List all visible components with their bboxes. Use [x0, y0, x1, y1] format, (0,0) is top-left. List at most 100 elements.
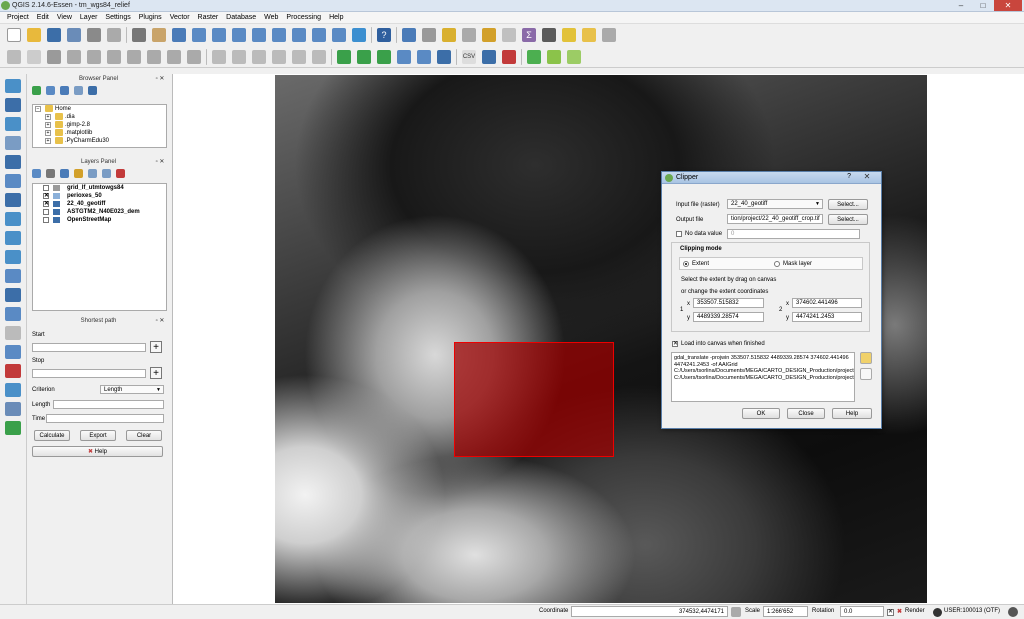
- dialog-help-icon[interactable]: ?: [847, 173, 851, 180]
- collapse-all-icon[interactable]: [74, 86, 83, 95]
- y2-input[interactable]: 4474241.2453: [792, 312, 862, 322]
- extents-toggle-icon[interactable]: [731, 607, 741, 617]
- map-tips-icon[interactable]: [542, 28, 556, 42]
- expand-toggle-icon[interactable]: +: [45, 122, 51, 128]
- expand-all-icon[interactable]: [88, 169, 97, 178]
- deselect-icon[interactable]: [462, 28, 476, 42]
- annotation-icon[interactable]: [562, 28, 576, 42]
- menu-plugins[interactable]: Plugins: [135, 12, 166, 23]
- layer-visibility-checkbox[interactable]: [43, 217, 49, 223]
- remove-layer-icon[interactable]: [116, 169, 125, 178]
- tree-item[interactable]: + .matplotlib: [33, 129, 166, 137]
- menu-processing[interactable]: Processing: [282, 12, 325, 23]
- add-db2-icon[interactable]: [5, 193, 21, 207]
- add-spatialite-icon[interactable]: [5, 136, 21, 150]
- identify-icon[interactable]: [402, 28, 416, 42]
- add-spatialite-layer-icon[interactable]: [397, 49, 411, 64]
- menu-view[interactable]: View: [53, 12, 76, 23]
- add-postgis-icon[interactable]: [5, 117, 21, 131]
- render-checkbox[interactable]: ✕: [887, 609, 894, 616]
- add-mssql-layer-icon[interactable]: [417, 49, 431, 64]
- panel-close-icon[interactable]: ▫ ✕: [153, 317, 167, 325]
- add-wfs-icon[interactable]: [5, 250, 21, 264]
- highlight-pinned-icon[interactable]: [252, 49, 266, 64]
- menu-layer[interactable]: Layer: [76, 12, 102, 23]
- add-wms-icon[interactable]: [5, 212, 21, 226]
- print-composer-icon[interactable]: [87, 28, 101, 42]
- rotate-label-icon[interactable]: [292, 49, 306, 64]
- measure-icon[interactable]: [422, 28, 436, 42]
- layer-row[interactable]: ✕ 22_40_geotiff: [33, 200, 166, 208]
- close-window-icon[interactable]: ✕: [994, 0, 1022, 11]
- x1-input[interactable]: 353507.515832: [693, 298, 764, 308]
- shortest-path-icon[interactable]: [5, 421, 21, 435]
- dialog-help-button[interactable]: Help: [832, 408, 872, 419]
- rotation-spinbox[interactable]: 0.0: [840, 606, 884, 617]
- nodata-value-spinbox[interactable]: 0: [727, 229, 860, 239]
- x2-input[interactable]: 374602.441496: [792, 298, 862, 308]
- tree-item[interactable]: + .gimp-2.8: [33, 121, 166, 129]
- refresh-icon[interactable]: [46, 86, 55, 95]
- select-input-button[interactable]: Select...: [828, 199, 868, 210]
- crs-label[interactable]: USER:100013 (OTF): [944, 608, 1000, 614]
- move-feature-icon[interactable]: [87, 49, 101, 64]
- reset-command-icon[interactable]: [860, 368, 872, 380]
- map-canvas[interactable]: [172, 74, 1024, 604]
- criterion-select[interactable]: Length ▼: [100, 385, 164, 394]
- scale-select[interactable]: 1:266'652: [763, 606, 808, 617]
- delete-selected-icon[interactable]: [127, 49, 141, 64]
- copy-features-icon[interactable]: [167, 49, 181, 64]
- pick-stop-button[interactable]: +: [150, 367, 162, 379]
- pick-start-button[interactable]: +: [150, 341, 162, 353]
- start-point-input[interactable]: [32, 343, 146, 352]
- composer-manager-icon[interactable]: [107, 28, 121, 42]
- select-output-button[interactable]: Select...: [828, 214, 868, 225]
- save-as-icon[interactable]: [67, 28, 81, 42]
- browser-tree[interactable]: − Home + .dia + .gimp-2.8 + .matplotlib + .Py…: [32, 104, 167, 148]
- crs-globe-icon[interactable]: [933, 608, 942, 617]
- gdal-tool-icon[interactable]: [5, 364, 21, 378]
- menu-edit[interactable]: Edit: [33, 12, 53, 23]
- nodata-checkbox[interactable]: [676, 231, 682, 237]
- properties-icon[interactable]: [88, 86, 97, 95]
- add-delimited-text-icon[interactable]: [5, 269, 21, 283]
- filter-legend-icon[interactable]: [60, 169, 69, 178]
- plugin-icon[interactable]: [502, 49, 516, 64]
- add-vector-icon[interactable]: [5, 79, 21, 93]
- menu-database[interactable]: Database: [222, 12, 260, 23]
- map-tips-toggle-icon[interactable]: [602, 28, 616, 42]
- zoom-out-icon[interactable]: [212, 28, 226, 42]
- layer-row[interactable]: grid_lf_utmtowgs84: [33, 184, 166, 192]
- minimize-icon[interactable]: –: [950, 0, 972, 11]
- output-file-input[interactable]: tion/project/22_40_geotiff_crop.tif: [727, 214, 823, 224]
- zoom-to-selection-icon[interactable]: [272, 28, 286, 42]
- menu-settings[interactable]: Settings: [101, 12, 134, 23]
- new-temporary-layer-icon[interactable]: [5, 326, 21, 340]
- add-feature-icon[interactable]: [67, 49, 81, 64]
- new-shapefile-icon[interactable]: [5, 288, 21, 302]
- menu-raster[interactable]: Raster: [194, 12, 223, 23]
- layer-tool-icon[interactable]: [5, 402, 21, 416]
- zoom-last-icon[interactable]: [312, 28, 326, 42]
- zoom-actual-icon[interactable]: [232, 28, 246, 42]
- zoom-in-icon[interactable]: [192, 28, 206, 42]
- pin-labels-icon[interactable]: [232, 49, 246, 64]
- load-into-canvas-checkbox[interactable]: ✕: [672, 341, 678, 347]
- y1-input[interactable]: 4489339.28574: [693, 312, 764, 322]
- new-project-icon[interactable]: [7, 28, 21, 42]
- move-label-icon[interactable]: [272, 49, 286, 64]
- ok-button[interactable]: OK: [742, 408, 780, 419]
- georeferencer-icon[interactable]: [547, 49, 561, 64]
- layer-row[interactable]: ASTGTM2_N40E023_dem: [33, 208, 166, 216]
- python-console-icon[interactable]: [482, 49, 496, 64]
- add-selected-layer-icon[interactable]: [32, 86, 41, 95]
- tree-item[interactable]: − Home: [33, 105, 166, 113]
- new-spatialite-icon[interactable]: [5, 307, 21, 321]
- edit-command-icon[interactable]: [860, 352, 872, 364]
- change-label-icon[interactable]: [312, 49, 326, 64]
- mask-layer-radio[interactable]: [774, 261, 780, 267]
- layer-row[interactable]: OpenStreetMap: [33, 216, 166, 224]
- help-button[interactable]: ✖ Help: [32, 446, 163, 457]
- open-attribute-table-icon[interactable]: [482, 28, 496, 42]
- label-tool-icon[interactable]: [212, 49, 226, 64]
